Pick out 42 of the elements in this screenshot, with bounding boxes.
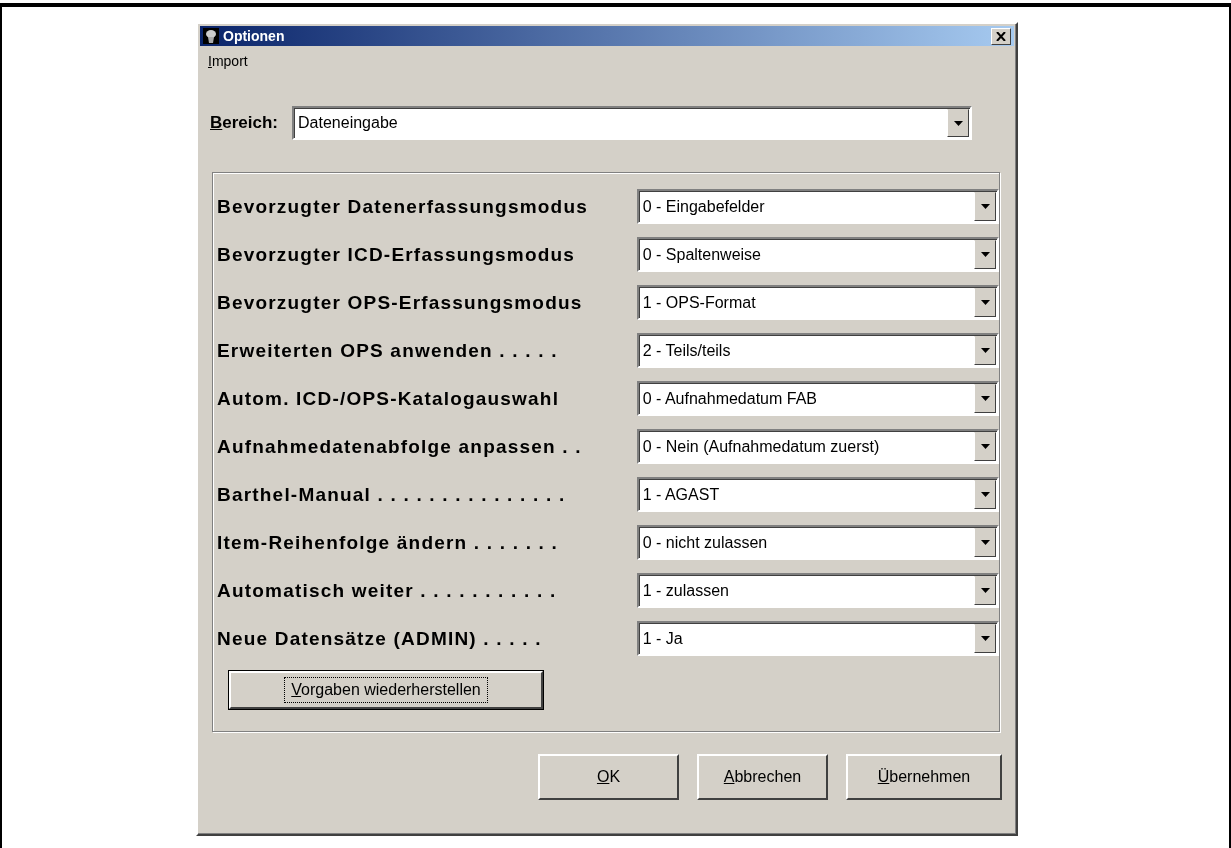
close-button[interactable] [991, 27, 1011, 45]
dropdown[interactable]: 0 - Aufnahmedatum FAB [636, 381, 999, 416]
caret-icon [980, 252, 990, 257]
caret-icon [980, 396, 990, 401]
option-label: Erweiterten OPS anwenden . . . . . [217, 339, 559, 362]
caret-icon [980, 204, 990, 209]
dialog-button[interactable]: OK [538, 754, 679, 800]
dropdown[interactable]: 0 - Nein (Aufnahmedatum zuerst) [636, 429, 999, 464]
option-label: Neue Datensätze (ADMIN) . . . . . [217, 627, 543, 650]
dropdown[interactable]: Dateneingabe [292, 106, 973, 140]
option-label: Aufnahmedatenabfolge anpassen . . [217, 435, 583, 458]
dropdown[interactable]: 0 - Spaltenweise [636, 237, 999, 272]
dropdown[interactable]: 0 - Eingabefelder [636, 189, 999, 224]
dropdown[interactable]: 1 - OPS-Format [636, 285, 999, 320]
dropdown[interactable]: 0 - nicht zulassen [636, 525, 999, 560]
close-icon [996, 31, 1006, 41]
option-label: Bevorzugter OPS-Erfassungsmodus [217, 291, 584, 314]
dropdown[interactable]: 1 - AGAST [636, 477, 999, 512]
dialog-button[interactable]: Abbrechen [697, 754, 828, 800]
caret-icon [980, 300, 990, 305]
option-label: Item-Reihenfolge ändern . . . . . . . [217, 531, 560, 554]
caret-icon [980, 492, 990, 497]
option-label: Barthel-Manual . . . . . . . . . . . . . . . [217, 483, 567, 506]
dialog-button[interactable]: Übernehmen [846, 754, 1002, 800]
caret-icon [980, 540, 990, 545]
caret-icon [980, 444, 990, 449]
option-label: Automatisch weiter . . . . . . . . . . . [217, 579, 558, 602]
caret-icon [980, 636, 990, 641]
dropdown[interactable]: 2 - Teils/teils [636, 333, 999, 368]
caret-icon [953, 120, 963, 126]
caret-icon [980, 588, 990, 593]
window-title: Optionen [223, 28, 286, 44]
restore-defaults-button[interactable]: Vorgaben wiederherstellen [229, 671, 543, 709]
caret-icon [980, 348, 990, 353]
option-label: Autom. ICD-/OPS-Katalogauswahl [217, 387, 561, 410]
menu-item[interactable]: Import [208, 53, 248, 69]
dropdown[interactable]: 1 - zulassen [636, 573, 999, 608]
option-label: Bevorzugter ICD-Erfassungsmodus [217, 243, 577, 266]
field-label: Bereich: [210, 113, 279, 133]
dropdown[interactable]: 1 - Ja [636, 621, 999, 656]
app-icon [203, 28, 219, 44]
option-label: Bevorzugter Datenerfassungsmodus [217, 195, 589, 218]
